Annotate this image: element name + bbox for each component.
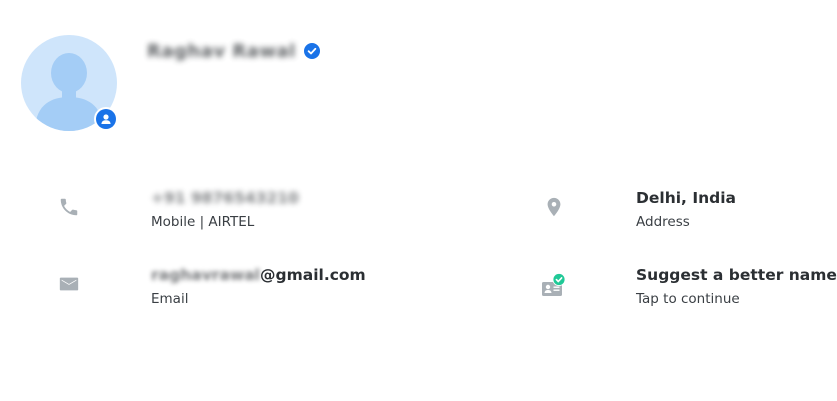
- id-card-check-icon: [542, 273, 566, 296]
- location-pin-icon: [547, 197, 561, 217]
- phone-number[interactable]: +91 9876543210: [151, 188, 299, 208]
- email-address[interactable]: raghavrawal@gmail.com: [151, 265, 366, 285]
- phone-icon: [60, 198, 78, 216]
- address-value: Delhi, India: [636, 189, 736, 207]
- profile-name-row: Raghav Rawal: [147, 40, 320, 62]
- avatar-container[interactable]: [21, 35, 118, 131]
- email-label: Email: [151, 291, 189, 307]
- suggest-name-subtitle: Tap to continue: [636, 291, 740, 307]
- address-label: Address: [636, 214, 690, 230]
- email-domain: @gmail.com: [260, 266, 366, 284]
- mail-icon: [59, 277, 79, 291]
- email-local-part: raghavrawal: [151, 266, 260, 284]
- user-icon: [101, 114, 111, 124]
- verified-check-icon: [303, 43, 320, 59]
- phone-label: Mobile | AIRTEL: [151, 214, 255, 230]
- profile-name: Raghav Rawal: [147, 40, 296, 62]
- suggest-name-title[interactable]: Suggest a better name: [636, 265, 837, 285]
- avatar-badge: [94, 107, 118, 131]
